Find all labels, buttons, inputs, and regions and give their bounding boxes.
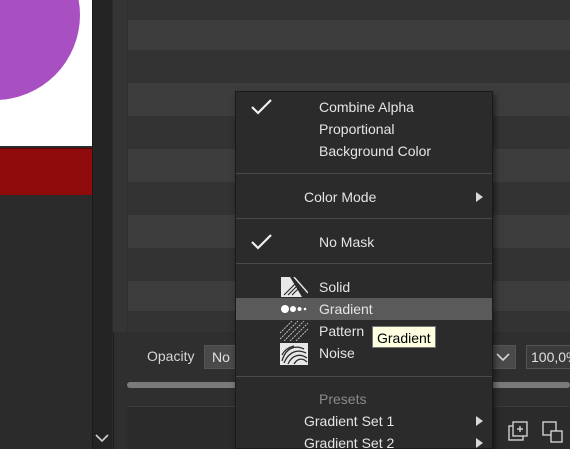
menu-item-background-color[interactable]: Background Color	[236, 140, 492, 162]
menu-item-label: Gradient	[319, 301, 373, 317]
menu-item-label: Gradient Set 1	[304, 413, 395, 429]
app-window: Opacity No 100,0% Combine Alpha Proporti…	[0, 0, 570, 449]
menu-item-no-mask[interactable]: No Mask	[236, 231, 492, 253]
canvas-scrollbar[interactable]	[92, 0, 112, 449]
menu-separator	[236, 376, 492, 377]
menu-item-color-mode[interactable]: Color Mode	[236, 186, 492, 208]
menu-item-label: Combine Alpha	[319, 99, 414, 115]
new-layer-icon[interactable]	[506, 420, 530, 444]
menu-separator	[236, 263, 492, 264]
chevron-down-icon[interactable]	[92, 430, 112, 448]
canvas-preview[interactable]	[0, 0, 92, 449]
opacity-label: Opacity	[147, 348, 195, 364]
opacity-value-field[interactable]: 100,0%	[526, 345, 570, 369]
menu-item-solid[interactable]: Solid	[236, 276, 492, 298]
menu-item-label: Background Color	[319, 143, 432, 159]
menu-item-pattern[interactable]: Pattern	[236, 320, 492, 342]
menu-separator	[236, 173, 492, 174]
checkmark-icon	[250, 99, 274, 118]
checkmark-icon	[250, 234, 274, 253]
menu-separator	[236, 218, 492, 219]
menu-item-combine-alpha[interactable]: Combine Alpha	[236, 96, 492, 118]
canvas-purple-shape	[0, 0, 80, 100]
solid-fill-icon	[280, 276, 309, 297]
pattern-fill-icon	[279, 320, 309, 342]
submenu-arrow-icon	[476, 438, 483, 448]
submenu-arrow-icon	[476, 192, 483, 202]
menu-item-gradient-set-2[interactable]: Gradient Set 2	[236, 432, 492, 449]
menu-item-label: Pattern	[319, 323, 365, 339]
submenu-arrow-icon	[476, 416, 483, 426]
layer-row[interactable]	[128, 50, 570, 83]
duplicate-layer-icon[interactable]	[540, 420, 566, 444]
context-menu: Combine Alpha Proportional Background Co…	[235, 91, 493, 449]
menu-item-label: Noise	[319, 345, 355, 361]
menu-item-label: Presets	[319, 391, 367, 407]
menu-item-gradient[interactable]: Gradient	[236, 298, 492, 320]
menu-header-presets: Presets	[236, 388, 492, 410]
menu-item-proportional[interactable]: Proportional	[236, 118, 492, 140]
menu-item-label: Gradient Set 2	[304, 435, 395, 449]
menu-item-label: Proportional	[319, 121, 395, 137]
gradient-dots-icon	[280, 299, 308, 319]
tooltip: Gradient	[372, 326, 436, 348]
menu-item-label: Color Mode	[304, 189, 377, 205]
menu-item-label: No Mask	[319, 234, 375, 250]
layer-row[interactable]	[128, 20, 570, 50]
blend-mode-dropdown-button[interactable]	[490, 345, 516, 369]
menu-item-gradient-set-1[interactable]: Gradient Set 1	[236, 410, 492, 432]
layers-scrollbar[interactable]	[113, 0, 127, 332]
canvas-white-area	[0, 0, 92, 146]
noise-fill-icon	[280, 343, 308, 365]
menu-item-label: Solid	[319, 279, 351, 295]
menu-item-noise[interactable]: Noise	[236, 342, 492, 365]
canvas-red-strip	[0, 148, 92, 195]
